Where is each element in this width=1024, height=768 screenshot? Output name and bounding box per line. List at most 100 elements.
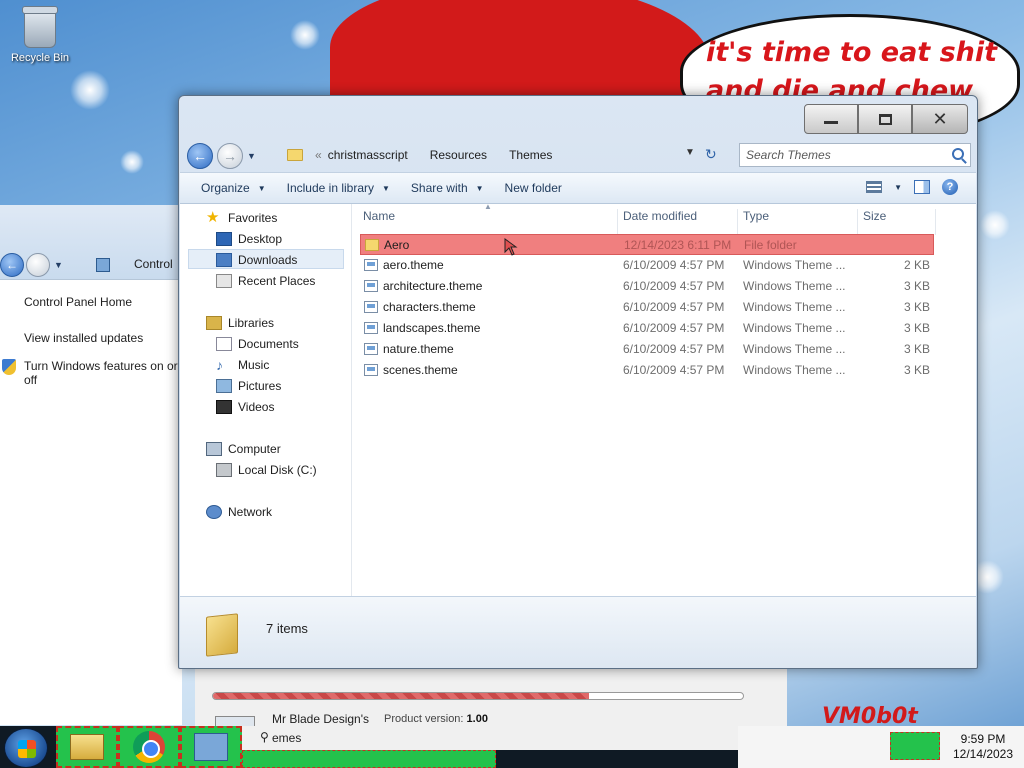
recent-pages-dropdown[interactable]: ▼: [247, 151, 256, 161]
column-type[interactable]: Type: [743, 209, 769, 223]
address-bar[interactable]: « christmasscript Resources Themes: [275, 143, 721, 167]
nav-pictures[interactable]: Pictures: [216, 376, 281, 396]
file-row-architecture-theme[interactable]: architecture.theme 6/10/2009 4:57 PM Win…: [360, 276, 934, 297]
nav-favorites[interactable]: ★ Favorites: [206, 208, 277, 228]
view-options-dropdown[interactable]: ▼: [894, 183, 902, 192]
breadcrumb-resources[interactable]: Resources: [430, 148, 487, 162]
theme-file-icon: [364, 259, 378, 271]
taskbar-search-text: emes: [272, 731, 302, 745]
minimize-button[interactable]: [804, 104, 858, 134]
nav-desktop[interactable]: Desktop: [216, 229, 282, 249]
local-disk-icon: [216, 463, 232, 477]
column-divider[interactable]: [617, 209, 618, 235]
recycle-bin-shortcut[interactable]: Recycle Bin: [6, 6, 74, 64]
breadcrumb-christmasscript[interactable]: christmasscript: [328, 148, 408, 162]
chevron-down-icon: ▼: [475, 183, 484, 193]
column-divider[interactable]: [857, 209, 858, 235]
file-row-nature-theme[interactable]: nature.theme 6/10/2009 4:57 PM Windows T…: [360, 339, 934, 360]
new-folder-button[interactable]: New folder: [484, 181, 562, 195]
theme-file-icon: [364, 322, 378, 334]
column-name[interactable]: Name: [363, 209, 395, 223]
sort-indicator-icon: ▲: [484, 202, 492, 211]
file-date: 12/14/2023 6:11 PM: [624, 238, 732, 252]
file-type: Windows Theme ...: [743, 279, 846, 293]
file-name: Aero: [384, 238, 410, 252]
search-icon[interactable]: [952, 148, 964, 160]
nav-network[interactable]: Network: [206, 502, 272, 522]
search-placeholder: Search Themes: [746, 148, 831, 162]
taskbar-button-strip[interactable]: [242, 750, 496, 768]
control-panel-home-link[interactable]: Control Panel Home: [24, 295, 182, 309]
file-row-scenes-theme[interactable]: scenes.theme 6/10/2009 4:57 PM Windows T…: [360, 360, 934, 381]
caption-buttons: ✕: [804, 104, 968, 134]
nav-downloads[interactable]: Downloads: [216, 250, 297, 270]
file-row-landscapes-theme[interactable]: landscapes.theme 6/10/2009 4:57 PM Windo…: [360, 318, 934, 339]
chevron-down-icon: ▼: [257, 183, 266, 193]
taskbar-chrome-button[interactable]: [118, 726, 180, 768]
preview-pane-icon[interactable]: [914, 180, 930, 194]
chevron-down-icon[interactable]: ▼: [54, 260, 63, 270]
column-size[interactable]: Size: [863, 209, 886, 223]
organize-menu[interactable]: Organize ▼: [180, 181, 266, 195]
nav-videos[interactable]: Videos: [216, 397, 274, 417]
overflow-chevron-icon[interactable]: «: [315, 148, 322, 162]
start-button[interactable]: [4, 728, 48, 768]
nav-local-disk[interactable]: Local Disk (C:): [216, 460, 317, 480]
address-history-dropdown[interactable]: ▼: [685, 147, 695, 158]
help-icon[interactable]: ?: [942, 179, 958, 195]
file-date: 6/10/2009 4:57 PM: [623, 300, 725, 314]
control-panel-icon: [96, 258, 110, 272]
file-size: 3 KB: [903, 342, 930, 356]
share-with-menu[interactable]: Share with ▼: [390, 181, 484, 195]
explorer-window: ✕ ← → ▼ « christmasscript Resources Them…: [178, 95, 978, 669]
close-button[interactable]: ✕: [912, 104, 968, 134]
file-date: 6/10/2009 4:57 PM: [623, 321, 725, 335]
file-row-characters-theme[interactable]: characters.theme 6/10/2009 4:57 PM Windo…: [360, 297, 934, 318]
nav-music[interactable]: ♪ Music: [216, 355, 269, 375]
view-installed-updates-link[interactable]: View installed updates: [24, 331, 182, 345]
nav-computer[interactable]: Computer: [206, 439, 281, 459]
change-view-icon[interactable]: [866, 181, 883, 193]
maximize-icon: [878, 113, 892, 125]
maximize-button[interactable]: [858, 104, 912, 134]
new-folder-label: New folder: [504, 181, 562, 195]
clock-date: 12/14/2023: [952, 747, 1014, 761]
taskbar-explorer-button[interactable]: [56, 726, 118, 768]
forward-button[interactable]: →: [217, 143, 243, 169]
item-count: 7 items: [266, 621, 308, 636]
file-row-aero-theme[interactable]: aero.theme 6/10/2009 4:57 PM Windows The…: [360, 255, 934, 276]
turn-windows-features-link[interactable]: Turn Windows features on or off: [2, 359, 182, 387]
nav-recent-places[interactable]: Recent Places: [216, 271, 315, 291]
forward-arrow-icon: →: [223, 148, 237, 164]
theme-file-icon: [364, 364, 378, 376]
column-divider[interactable]: [935, 209, 936, 235]
installer-product-name: Mr Blade Design's: [272, 712, 369, 726]
explorer-content: ★ Favorites Desktop Downloads Recent Plac…: [180, 202, 976, 646]
search-box[interactable]: Search Themes: [739, 143, 971, 167]
theme-file-icon: [364, 301, 378, 313]
file-list: ▲ Name Date modified Type Size Aero 12/1…: [360, 202, 976, 646]
forward-arrow-icon[interactable]: [26, 253, 50, 277]
refresh-icon[interactable]: ↻: [705, 146, 717, 163]
star-icon: ★: [206, 209, 220, 226]
file-row-aero[interactable]: Aero 12/14/2023 6:11 PM File folder: [360, 234, 934, 255]
file-name: aero.theme: [383, 258, 444, 272]
back-arrow-icon[interactable]: ←: [0, 253, 24, 277]
nav-network-label: Network: [228, 505, 273, 519]
column-divider[interactable]: [737, 209, 738, 235]
desktop-icon: [216, 232, 232, 246]
snowflake: [120, 150, 144, 174]
column-date-modified[interactable]: Date modified: [623, 209, 697, 223]
nav-computer-label: Computer: [228, 442, 281, 456]
nav-downloads-label: Downloads: [238, 253, 298, 267]
file-name: scenes.theme: [383, 363, 458, 377]
back-button[interactable]: ←: [187, 143, 213, 169]
network-tray-icon[interactable]: [890, 732, 940, 760]
include-in-library-menu[interactable]: Include in library ▼: [266, 181, 390, 195]
breadcrumb-themes[interactable]: Themes: [509, 148, 552, 162]
nav-libraries[interactable]: Libraries: [206, 313, 274, 333]
taskbar-control-panel-button[interactable]: [180, 726, 242, 768]
taskbar-search-box[interactable]: ⚲ emes: [242, 726, 738, 750]
nav-documents[interactable]: Documents: [216, 334, 299, 354]
clock[interactable]: 9:59 PM 12/14/2023: [946, 732, 1020, 762]
